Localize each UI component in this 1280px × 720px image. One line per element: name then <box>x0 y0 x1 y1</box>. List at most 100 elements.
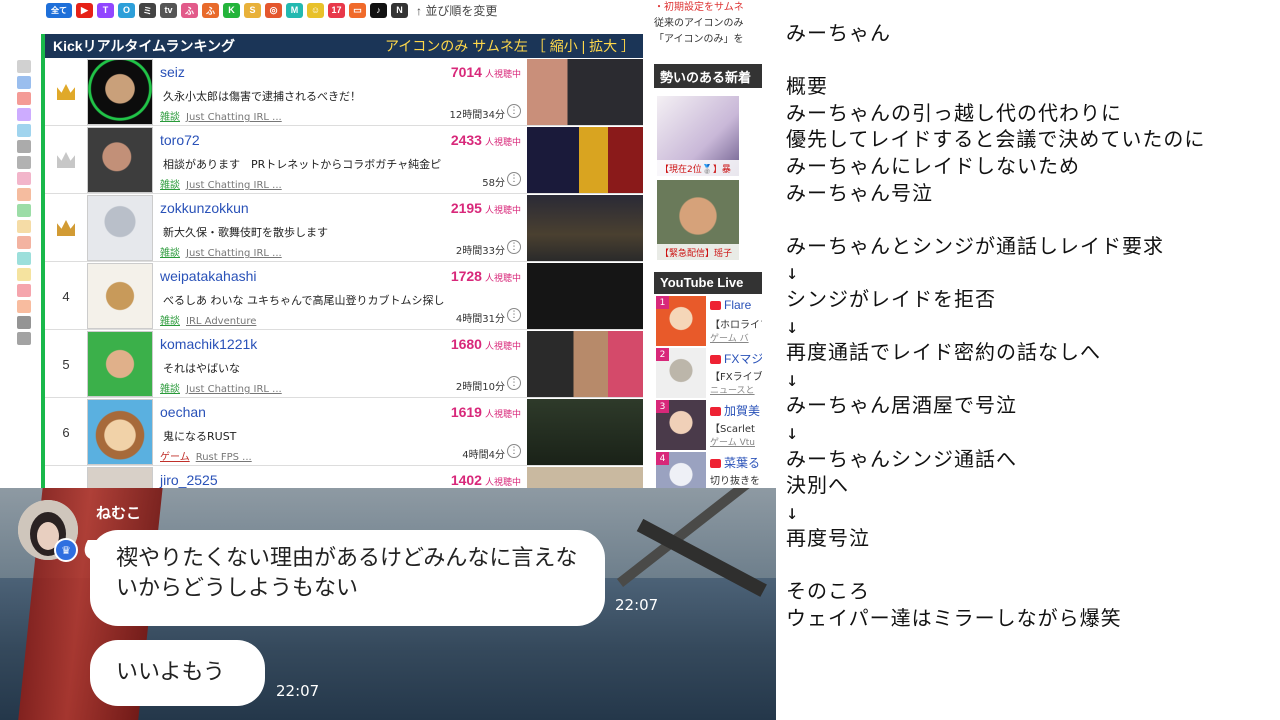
more-options-icon[interactable]: ⋮ <box>507 308 521 322</box>
tv-mini-icon[interactable] <box>17 156 31 169</box>
stream-thumbnail[interactable] <box>527 263 643 329</box>
mirrativ-icon[interactable]: ミ <box>139 2 156 18</box>
tiktok-mini-icon[interactable] <box>17 316 31 329</box>
more-options-icon[interactable]: ⋮ <box>507 444 521 458</box>
all-services-button[interactable]: 全て <box>46 2 72 18</box>
view-mode-controls[interactable]: アイコンのみ サムネ左 ［ 縮小 | 拡大 ］ <box>385 36 635 56</box>
youtube-channel-name[interactable]: Flare <box>710 298 751 312</box>
tiktok-icon[interactable]: ♪ <box>370 2 387 18</box>
stream-thumbnail[interactable] <box>527 195 643 261</box>
more-options-icon[interactable]: ⋮ <box>507 240 521 254</box>
youtube-rank: 3 <box>656 400 669 413</box>
streamer-name[interactable]: oechan <box>160 404 206 420</box>
youtube-live-row[interactable]: 2 FXマジ 【FXライブ ニュースと <box>656 348 762 398</box>
niconico-mini-icon[interactable] <box>17 332 31 345</box>
kick-mini-icon[interactable] <box>17 204 31 217</box>
note-line: みーちゃん居酒屋で号泣 <box>786 393 1017 418</box>
youtube-channel-name[interactable]: FXマジ <box>710 350 762 367</box>
avatar[interactable] <box>87 127 153 193</box>
rising-card[interactable]: 【緊急配信】瑶子 <box>657 180 739 260</box>
stream-thumbnail[interactable] <box>527 59 643 125</box>
avatar[interactable] <box>87 195 153 261</box>
avatar[interactable] <box>87 59 153 125</box>
radio-icon[interactable]: ▭ <box>349 2 366 18</box>
17live-icon[interactable]: 17 <box>328 2 345 18</box>
youtube-live-row[interactable]: 3 加賀美 【Scarlet ゲーム Vtu <box>656 400 762 450</box>
youtube-title[interactable]: 【Scarlet <box>710 420 755 435</box>
stream-thumbnail[interactable] <box>527 127 643 193</box>
stream-title[interactable]: 相談があります PRトレネットからコラボガチャ純金ピ <box>163 156 463 172</box>
ranking-row[interactable]: 4 weipatakahashi 1728 人視聴中 べるしあ わいな ユキちゃん… <box>45 262 643 330</box>
youtube-title[interactable]: 【ホロライブ <box>710 316 762 331</box>
ranking-row[interactable]: zokkunzokkun 2195 人視聴中 新大久保・歌舞伎町を散歩します 雑談… <box>45 194 643 262</box>
stream-duration: 58分 <box>482 178 505 189</box>
circle-icon[interactable]: ◎ <box>265 2 282 18</box>
mildom-icon[interactable]: M <box>286 2 303 18</box>
youtube-live-row[interactable]: 1 Flare 【ホロライブ ゲーム バ <box>656 296 762 346</box>
showroom-icon[interactable]: ☺ <box>307 2 324 18</box>
stream-thumbnail[interactable] <box>527 331 643 397</box>
stream-tags: 雑談 Just Chatting IRL ... <box>160 384 282 395</box>
radio-mini-icon[interactable] <box>17 300 31 313</box>
chat-message: いいよもう <box>90 640 265 706</box>
mirrativ-mini-icon[interactable] <box>17 140 31 153</box>
all-icon[interactable] <box>17 76 31 89</box>
stream-title[interactable]: 新大久保・歌舞伎町を散歩します <box>163 224 463 240</box>
notice-line[interactable]: ・初期設定をサムネ <box>654 0 764 16</box>
avatar[interactable] <box>87 331 153 397</box>
tv-icon[interactable]: tv <box>160 2 177 18</box>
youtube-channel-name[interactable]: 加賀美 <box>710 402 760 419</box>
stream-thumbnail[interactable] <box>527 399 643 465</box>
rising-card[interactable]: 【現在2位🥈】暴 <box>657 96 739 176</box>
stream-duration: 4時間31分 <box>455 314 505 325</box>
twitch-mini-icon[interactable] <box>17 108 31 121</box>
more-options-icon[interactable]: ⋮ <box>507 104 521 118</box>
circle-mini-icon[interactable] <box>17 236 31 249</box>
streamer-name[interactable]: komachik1221k <box>160 336 257 352</box>
openrec-mini-icon[interactable] <box>17 124 31 137</box>
note-line: ↓ <box>786 260 800 285</box>
sort-order-link[interactable]: ↑ 並び順を変更 <box>416 2 497 19</box>
stream-tags: ゲーム Rust FPS ... <box>160 452 252 463</box>
ranking-row[interactable]: toro72 2433 人視聴中 相談があります PRトレネットからコラボガチャ純… <box>45 126 643 194</box>
more-options-icon[interactable]: ⋮ <box>507 376 521 390</box>
youtube-title[interactable]: 【FXライブ <box>710 368 762 383</box>
s-icon[interactable]: S <box>244 2 261 18</box>
youtube-mini-icon[interactable] <box>17 92 31 105</box>
ranking-row[interactable]: 6 oechan 1619 人視聴中 鬼になるRUST ゲーム Rust FPS .… <box>45 398 643 466</box>
stream-title[interactable]: べるしあ わいな ユキちゃんで高尾山登りカブトムシ探し <box>163 292 463 308</box>
note-line: 再度号泣 <box>786 526 870 551</box>
kick-icon[interactable]: K <box>223 2 240 18</box>
ranking-row[interactable]: 5 komachik1221k 1680 人視聴中 それはやばいな 雑談 Just … <box>45 330 643 398</box>
twitch-icon[interactable]: T <box>97 2 114 18</box>
stream-title[interactable]: 久永小太郎は傷害で逮捕されるべきだ！ <box>163 88 463 104</box>
streamer-name[interactable]: seiz <box>160 64 185 80</box>
streamer-name[interactable]: toro72 <box>160 132 200 148</box>
ranking-row[interactable]: seiz 7014 人視聴中 久永小太郎は傷害で逮捕されるべきだ！ 雑談 Just … <box>45 58 643 126</box>
youtube-tags: ゲーム バ <box>710 334 749 344</box>
mildom-mini-icon[interactable] <box>17 252 31 265</box>
youtube-title[interactable]: 切り抜きを <box>710 472 760 487</box>
niconico-icon[interactable]: N <box>391 2 408 18</box>
fuwa-icon[interactable]: ふ <box>181 2 198 18</box>
note-line: みーちゃんとシンジが通話しレイド要求 <box>786 233 1164 258</box>
edit-icon[interactable] <box>17 60 31 73</box>
streamer-name[interactable]: zokkunzokkun <box>160 200 249 216</box>
note-line: シンジがレイドを拒否 <box>786 286 996 311</box>
fuwa2-mini-icon[interactable] <box>17 188 31 201</box>
streamer-name[interactable]: weipatakahashi <box>160 268 257 284</box>
stream-title[interactable]: それはやばいな <box>163 360 463 376</box>
showroom-mini-icon[interactable] <box>17 268 31 281</box>
fuwa-mini-icon[interactable] <box>17 172 31 185</box>
avatar[interactable] <box>87 263 153 329</box>
fuwa2-icon[interactable]: ふ <box>202 2 219 18</box>
stream-title[interactable]: 鬼になるRUST <box>163 428 463 444</box>
17live-mini-icon[interactable] <box>17 284 31 297</box>
youtube-icon[interactable]: ▶ <box>76 2 93 18</box>
openrec-icon[interactable]: O <box>118 2 135 18</box>
streamer-name[interactable]: jiro_2525 <box>160 472 218 488</box>
more-options-icon[interactable]: ⋮ <box>507 172 521 186</box>
avatar[interactable] <box>87 399 153 465</box>
youtube-channel-name[interactable]: 菜葉る <box>710 454 760 471</box>
s-mini-icon[interactable] <box>17 220 31 233</box>
